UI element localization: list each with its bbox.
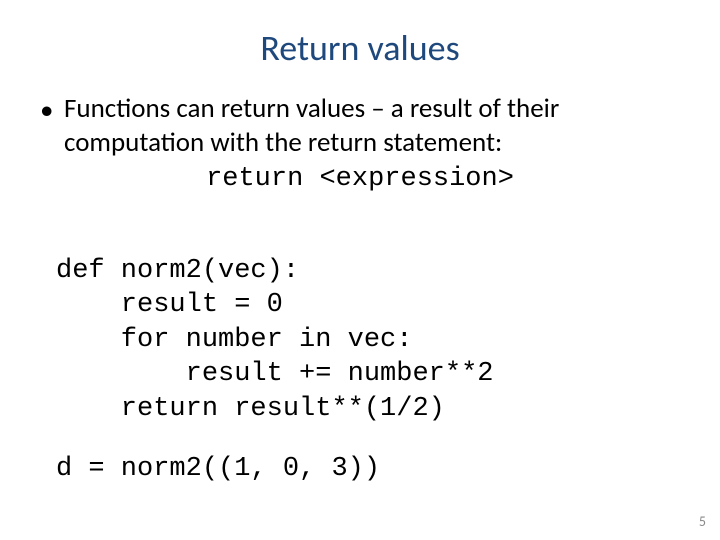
return-syntax: return <expression>: [40, 164, 680, 194]
slide: Return values • Functions can return val…: [0, 0, 720, 540]
bullet-text: Functions can return values – a result o…: [64, 92, 680, 160]
call-line: d = norm2((1, 0, 3)): [56, 454, 680, 484]
code-block: def norm2(vec): result = 0 for number in…: [56, 254, 680, 427]
bullet-dot-icon: •: [40, 92, 64, 128]
slide-title: Return values: [40, 26, 680, 70]
page-number: 5: [699, 513, 706, 530]
bullet-item: • Functions can return values – a result…: [40, 92, 680, 160]
